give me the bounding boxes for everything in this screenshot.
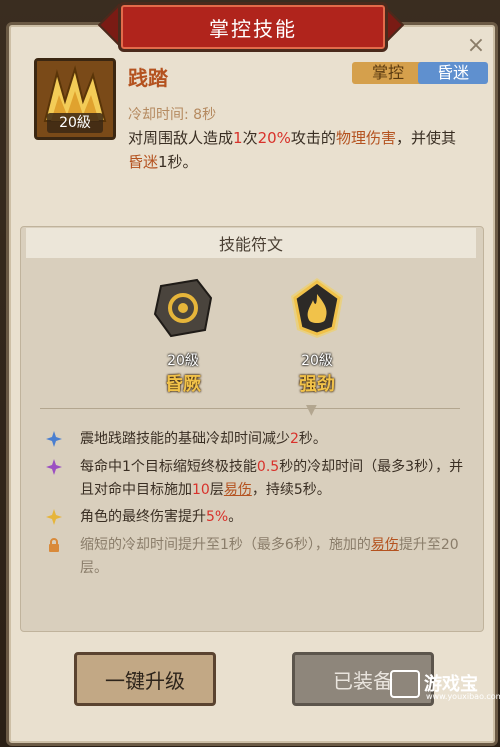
effect-item-locked: 缩短的冷却时间提升至1秒（最多6秒），施加的易伤提升至20层。 xyxy=(46,534,466,580)
rune-level: 20級 xyxy=(167,353,199,369)
skill-level-badge: 20級 xyxy=(47,113,103,133)
watermark: 游戏宝 www.youxibao.com xyxy=(390,668,500,701)
purple-star-icon xyxy=(46,459,62,475)
close-button[interactable]: × xyxy=(466,35,486,57)
title-banner: 掌控技能 xyxy=(118,2,388,52)
rune-faint[interactable]: 20級 昏厥 xyxy=(138,276,228,396)
gamepad-icon xyxy=(390,670,420,698)
vulnerable-link[interactable]: 易伤 xyxy=(371,537,399,553)
rune-name: 昏厥 xyxy=(165,374,201,395)
chevron-down-icon: ▼ xyxy=(306,402,317,418)
lock-icon xyxy=(49,538,59,552)
effect-item: 震地践踏技能的基础冷却时间减少2秒。 xyxy=(46,428,466,451)
yellow-star-icon xyxy=(46,509,62,525)
effect-item: 角色的最终伤害提升5%。 xyxy=(46,506,466,529)
skill-name: 践踏 xyxy=(128,66,168,90)
rune-strong[interactable]: 20級 强劲 xyxy=(272,276,362,396)
one-click-upgrade-button[interactable]: 一键升级 xyxy=(74,652,216,706)
vulnerable-link[interactable]: 易伤 xyxy=(224,482,252,498)
page-title: 掌控技能 xyxy=(209,16,297,41)
skill-description: 对周围敌人造成1次20%攻击的物理伤害，并使其昏迷1秒。 xyxy=(128,129,456,171)
blue-star-icon xyxy=(46,431,62,447)
divider xyxy=(40,408,460,409)
tag-control: 掌控 xyxy=(352,62,424,84)
effect-item: 每命中1个目标缩短终极技能0.5秒的冷却时间（最多3秒），并且对命中目标施加10… xyxy=(46,456,466,502)
tag-stun: 昏迷 xyxy=(418,62,488,84)
swirl-rune-icon xyxy=(153,278,213,338)
rune-name: 强劲 xyxy=(299,374,335,395)
flame-rune-icon xyxy=(291,278,343,338)
rune-header: 技能符文 xyxy=(26,228,476,258)
skill-cooldown: 冷却时间: 8秒 xyxy=(128,107,217,123)
skill-icon[interactable]: 20級 xyxy=(34,58,116,140)
rune-level: 20級 xyxy=(301,353,333,369)
